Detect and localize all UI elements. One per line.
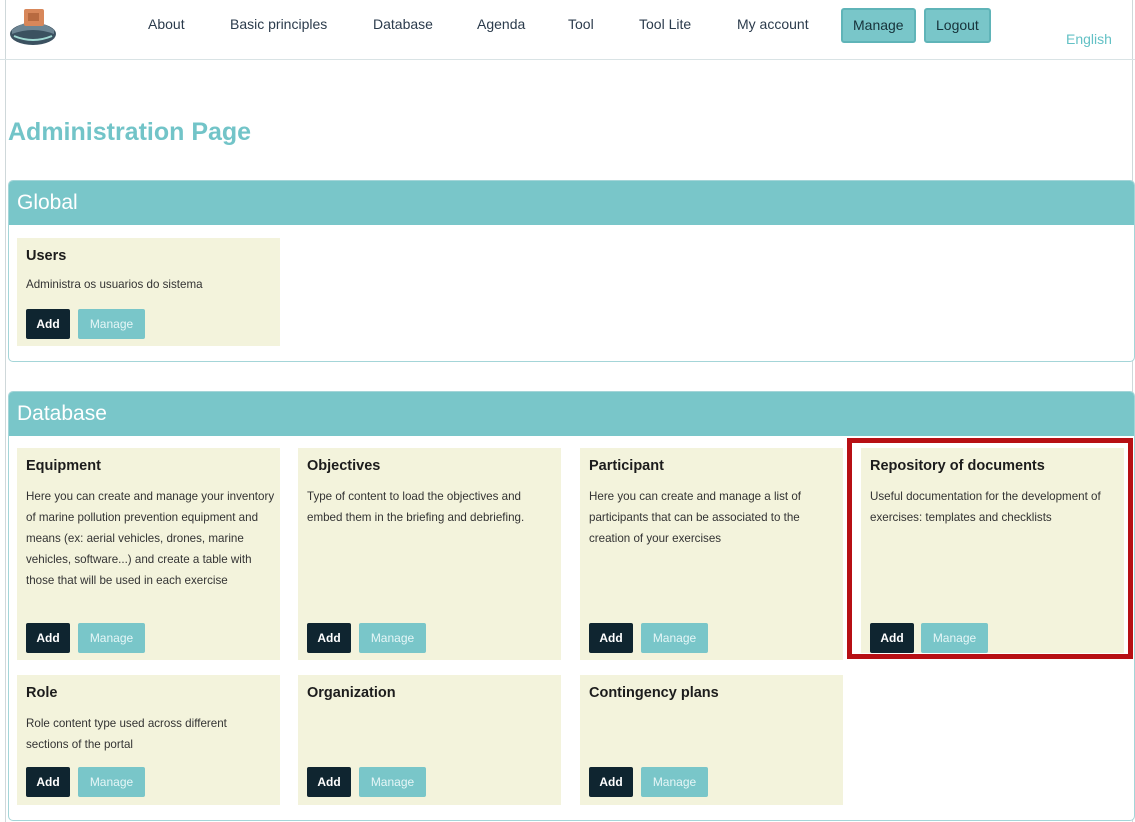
manage-objectives-button[interactable]: Manage	[359, 623, 426, 653]
card-description: Here you can create and manage a list of…	[589, 490, 802, 545]
add-users-button[interactable]: Add	[26, 309, 70, 339]
language-selector[interactable]: English	[1066, 31, 1112, 47]
card-contingency-plans: Contingency plans Add Manage	[580, 675, 843, 805]
card-title: Organization	[307, 685, 396, 701]
add-participant-button[interactable]: Add	[589, 623, 633, 653]
card-title: Users	[26, 248, 67, 264]
card-description: Useful documentation for the development…	[870, 490, 1101, 524]
add-repository-button[interactable]: Add	[870, 623, 914, 653]
card-users: Users Administra os usuarios do sistema …	[17, 238, 280, 346]
marine-logo-icon[interactable]	[8, 4, 58, 46]
add-equipment-button[interactable]: Add	[26, 623, 70, 653]
manage-participant-button[interactable]: Manage	[641, 623, 708, 653]
add-objectives-button[interactable]: Add	[307, 623, 351, 653]
page-title: Administration Page	[8, 118, 252, 146]
card-organization: Organization Add Manage	[298, 675, 561, 805]
card-description: Here you can create and manage your inve…	[26, 490, 275, 587]
card-role: Role Role content type used across diffe…	[17, 675, 280, 805]
card-description: Role content type used across different …	[26, 717, 227, 751]
card-participant: Participant Here you can create and mana…	[580, 448, 843, 660]
nav-database[interactable]: Database	[373, 16, 433, 32]
add-contingency-plans-button[interactable]: Add	[589, 767, 633, 797]
nav-my-account[interactable]: My account	[737, 16, 809, 32]
card-description: Type of content to load the objectives a…	[307, 490, 525, 524]
card-equipment: Equipment Here you can create and manage…	[17, 448, 280, 660]
add-organization-button[interactable]: Add	[307, 767, 351, 797]
manage-organization-button[interactable]: Manage	[359, 767, 426, 797]
nav-tool-lite[interactable]: Tool Lite	[639, 16, 691, 32]
section-title-database: Database	[9, 392, 1134, 436]
top-header: About Basic principles Database Agenda T…	[0, 0, 1135, 60]
manage-users-button[interactable]: Manage	[78, 309, 145, 339]
card-title: Repository of documents	[870, 458, 1045, 474]
card-title: Role	[26, 685, 58, 701]
manage-nav-button[interactable]: Manage	[841, 8, 916, 43]
logout-button[interactable]: Logout	[924, 8, 991, 43]
add-role-button[interactable]: Add	[26, 767, 70, 797]
manage-equipment-button[interactable]: Manage	[78, 623, 145, 653]
nav-basic-principles[interactable]: Basic principles	[230, 16, 327, 32]
card-title: Participant	[589, 458, 664, 474]
nav-tool[interactable]: Tool	[568, 16, 594, 32]
nav-agenda[interactable]: Agenda	[477, 16, 525, 32]
nav-about[interactable]: About	[148, 16, 185, 32]
manage-contingency-plans-button[interactable]: Manage	[641, 767, 708, 797]
card-title: Objectives	[307, 458, 381, 474]
section-title-global: Global	[9, 181, 1134, 225]
manage-role-button[interactable]: Manage	[78, 767, 145, 797]
card-title: Contingency plans	[589, 685, 719, 701]
card-description: Administra os usuarios do sistema	[26, 278, 203, 291]
card-objectives: Objectives Type of content to load the o…	[298, 448, 561, 660]
card-repository-of-documents: Repository of documents Useful documenta…	[861, 448, 1124, 653]
card-title: Equipment	[26, 458, 101, 474]
manage-repository-button[interactable]: Manage	[921, 623, 988, 653]
